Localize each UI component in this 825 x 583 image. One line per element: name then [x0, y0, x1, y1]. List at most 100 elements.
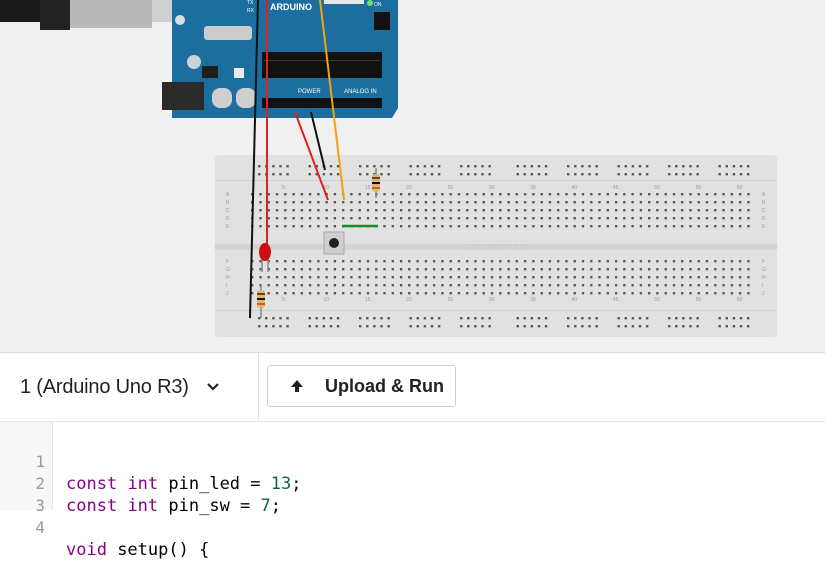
arduino-brand-text: ARDUINO [270, 2, 312, 12]
breadboard-hole [449, 276, 452, 279]
breadboard-hole [639, 193, 643, 196]
breadboard-hole [548, 201, 552, 204]
breadboard-hole [490, 284, 494, 287]
breadboard-hole [714, 292, 717, 295]
breadboard-hole [342, 292, 345, 295]
breadboard-hole [523, 193, 527, 196]
breadboard-hole [275, 225, 279, 228]
code-line[interactable]: 3 [0, 473, 825, 515]
breadboard-hole [467, 317, 470, 320]
breadboard-hole [416, 325, 419, 328]
circuit-canvas[interactable]: ARDUINO ON TX RX POWER ANALOG IN 123D CI… [0, 0, 825, 352]
breadboard-hole [540, 217, 543, 220]
breadboard-hole [474, 284, 477, 287]
breadboard-hole [668, 165, 671, 168]
breadboard-hole [581, 292, 585, 295]
breadboard-hole [515, 209, 518, 212]
breadboard-hole [325, 276, 328, 279]
breadboard-hole [598, 268, 601, 271]
breadboard-hole [623, 225, 626, 228]
breadboard-hole [308, 225, 312, 228]
breadboard-hole [590, 225, 593, 228]
breadboard-hole [308, 268, 312, 271]
breadboard-hole [645, 317, 649, 320]
breadboard-hole [259, 201, 262, 204]
breadboard-hole [532, 292, 535, 295]
breadboard-hole [336, 173, 340, 176]
breadboard-hole [523, 292, 527, 295]
pushbutton[interactable] [323, 231, 345, 255]
breadboard-hole [681, 292, 684, 295]
breadboard-hole [581, 209, 585, 212]
breadboard-hole [639, 225, 643, 228]
breadboard-hole [284, 260, 287, 263]
breadboard-hole [645, 165, 649, 168]
tx-label: TX [247, 0, 254, 6]
breadboard-hole [383, 284, 386, 287]
breadboard-hole [490, 225, 494, 228]
breadboard-hole [292, 260, 295, 263]
breadboard-hole [391, 292, 394, 295]
breadboard-hole [383, 268, 386, 271]
code-text[interactable]: void setup() { [66, 539, 209, 561]
breadboard-hole [366, 165, 369, 168]
breadboard-hole [606, 292, 609, 295]
breadboard-hole [581, 317, 584, 320]
breadboard-hole [258, 317, 261, 320]
breadboard-hole [358, 209, 361, 212]
breadboard-hole [474, 325, 477, 328]
breadboard-hole [537, 173, 541, 176]
breadboard-hole [488, 325, 491, 328]
breadboard-hole [490, 268, 494, 271]
breadboard-hole [507, 209, 510, 212]
breadboard-hole [648, 260, 651, 263]
breadboard-hole [286, 173, 289, 176]
breadboard-hole [375, 276, 378, 279]
breadboard-hole [557, 276, 560, 279]
breadboard-hole [358, 260, 361, 263]
breadboard-hole [732, 317, 736, 320]
breadboard-hole [380, 325, 383, 328]
breadboard-hole [333, 193, 337, 196]
breadboard-hole [730, 260, 734, 263]
breadboard-hole [317, 225, 320, 228]
breadboard-hole [474, 317, 477, 320]
breadboard-hole [598, 209, 601, 212]
breadboard-hole [581, 225, 585, 228]
code-line[interactable]: 1 const int pin_led = 13; [0, 429, 825, 494]
code-line[interactable]: 4 void setup() { [0, 495, 825, 560]
breadboard-column-number: 15 [365, 297, 371, 303]
breadboard-hole [738, 260, 742, 263]
breadboard-hole [457, 201, 461, 204]
breadboard-hole [722, 292, 725, 295]
arduino-board[interactable]: ARDUINO ON TX RX POWER ANALOG IN [162, 0, 398, 118]
breadboard-hole [645, 325, 649, 328]
breadboard-hole [606, 193, 609, 196]
breadboard-hole [682, 317, 685, 320]
code-line[interactable]: 2 const int pin_sw = 7; [0, 451, 825, 516]
device-selector[interactable]: 1 (Arduino Uno R3) [0, 353, 258, 421]
breadboard-row-letter: F [762, 259, 765, 265]
breadboard-hole [746, 325, 750, 328]
breadboard-hole [408, 193, 411, 196]
breadboard-hole [614, 284, 618, 287]
breadboard-hole [408, 217, 411, 220]
breadboard-hole [449, 217, 452, 220]
breadboard-hole [300, 225, 303, 228]
breadboard-hole [408, 225, 411, 228]
breadboard-hole [598, 193, 601, 196]
breadboard-hole [317, 284, 320, 287]
breadboard-hole [537, 325, 541, 328]
breadboard-hole [732, 325, 736, 328]
breadboard-hole [259, 225, 262, 228]
upload-run-button[interactable]: Upload & Run [267, 365, 456, 407]
breadboard-hole [441, 268, 444, 271]
breadboard-hole [358, 268, 361, 271]
breadboard-hole [606, 217, 609, 220]
code-editor[interactable]: 1 const int pin_led = 13; 2 const int pi… [0, 422, 825, 560]
breadboard-column-number: 30 [489, 297, 495, 303]
breadboard-hole [380, 317, 383, 320]
breadboard[interactable]: 123D CIRCUITS.IO 5 10 15 20 25 30 35 40 45 50 55 60… [215, 155, 777, 337]
breadboard-hole [275, 217, 279, 220]
breadboard-hole [598, 284, 601, 287]
